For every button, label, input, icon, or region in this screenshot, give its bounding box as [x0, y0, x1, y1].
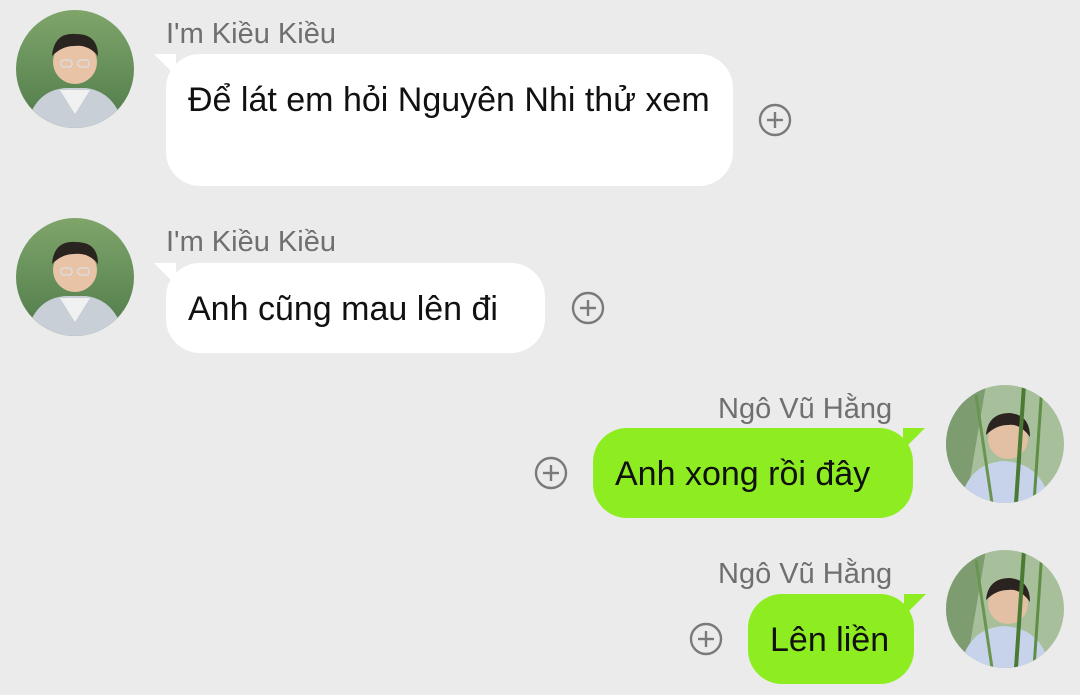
bubble-tail — [154, 54, 176, 76]
avatar[interactable] — [16, 10, 134, 128]
avatar[interactable] — [946, 385, 1064, 503]
bubble-tail — [903, 428, 925, 450]
add-reaction-button[interactable] — [689, 622, 723, 656]
add-reaction-icon — [534, 456, 568, 490]
message-bubble[interactable]: Lên liền — [748, 594, 926, 684]
add-reaction-icon — [571, 291, 605, 325]
add-reaction-button[interactable] — [571, 291, 605, 325]
avatar[interactable] — [16, 218, 134, 336]
avatar-ngo-vu-hang-icon — [946, 385, 1064, 503]
bubble-tail — [154, 263, 176, 285]
message-text: Anh cũng mau lên đi — [188, 290, 498, 328]
message-bubble[interactable]: Anh xong rồi đây — [593, 428, 925, 518]
add-reaction-button[interactable] — [534, 456, 568, 490]
message-bubble[interactable]: Anh cũng mau lên đi — [154, 263, 545, 353]
message-bubble[interactable]: Để lát em hỏi Nguyên Nhi thử xem — [154, 54, 733, 186]
sender-name: I'm Kiều Kiều — [166, 226, 336, 258]
message-text: Anh xong rồi đây — [615, 455, 871, 493]
sender-name: I'm Kiều Kiều — [166, 18, 336, 50]
avatar-ngo-vu-hang-icon — [946, 550, 1064, 668]
sender-name: Ngô Vũ Hằng — [718, 393, 893, 425]
message-text: Lên liền — [770, 621, 890, 659]
bubble-tail — [904, 594, 926, 616]
avatar-kieu-kieu-icon — [16, 10, 134, 128]
sender-name: Ngô Vũ Hằng — [718, 558, 893, 590]
avatar[interactable] — [946, 550, 1064, 668]
add-reaction-button[interactable] — [758, 103, 792, 137]
message-text: Để lát em hỏi Nguyên Nhi thử xem — [188, 81, 710, 119]
avatar-kieu-kieu-icon — [16, 218, 134, 336]
add-reaction-icon — [758, 103, 792, 137]
add-reaction-icon — [689, 622, 723, 656]
